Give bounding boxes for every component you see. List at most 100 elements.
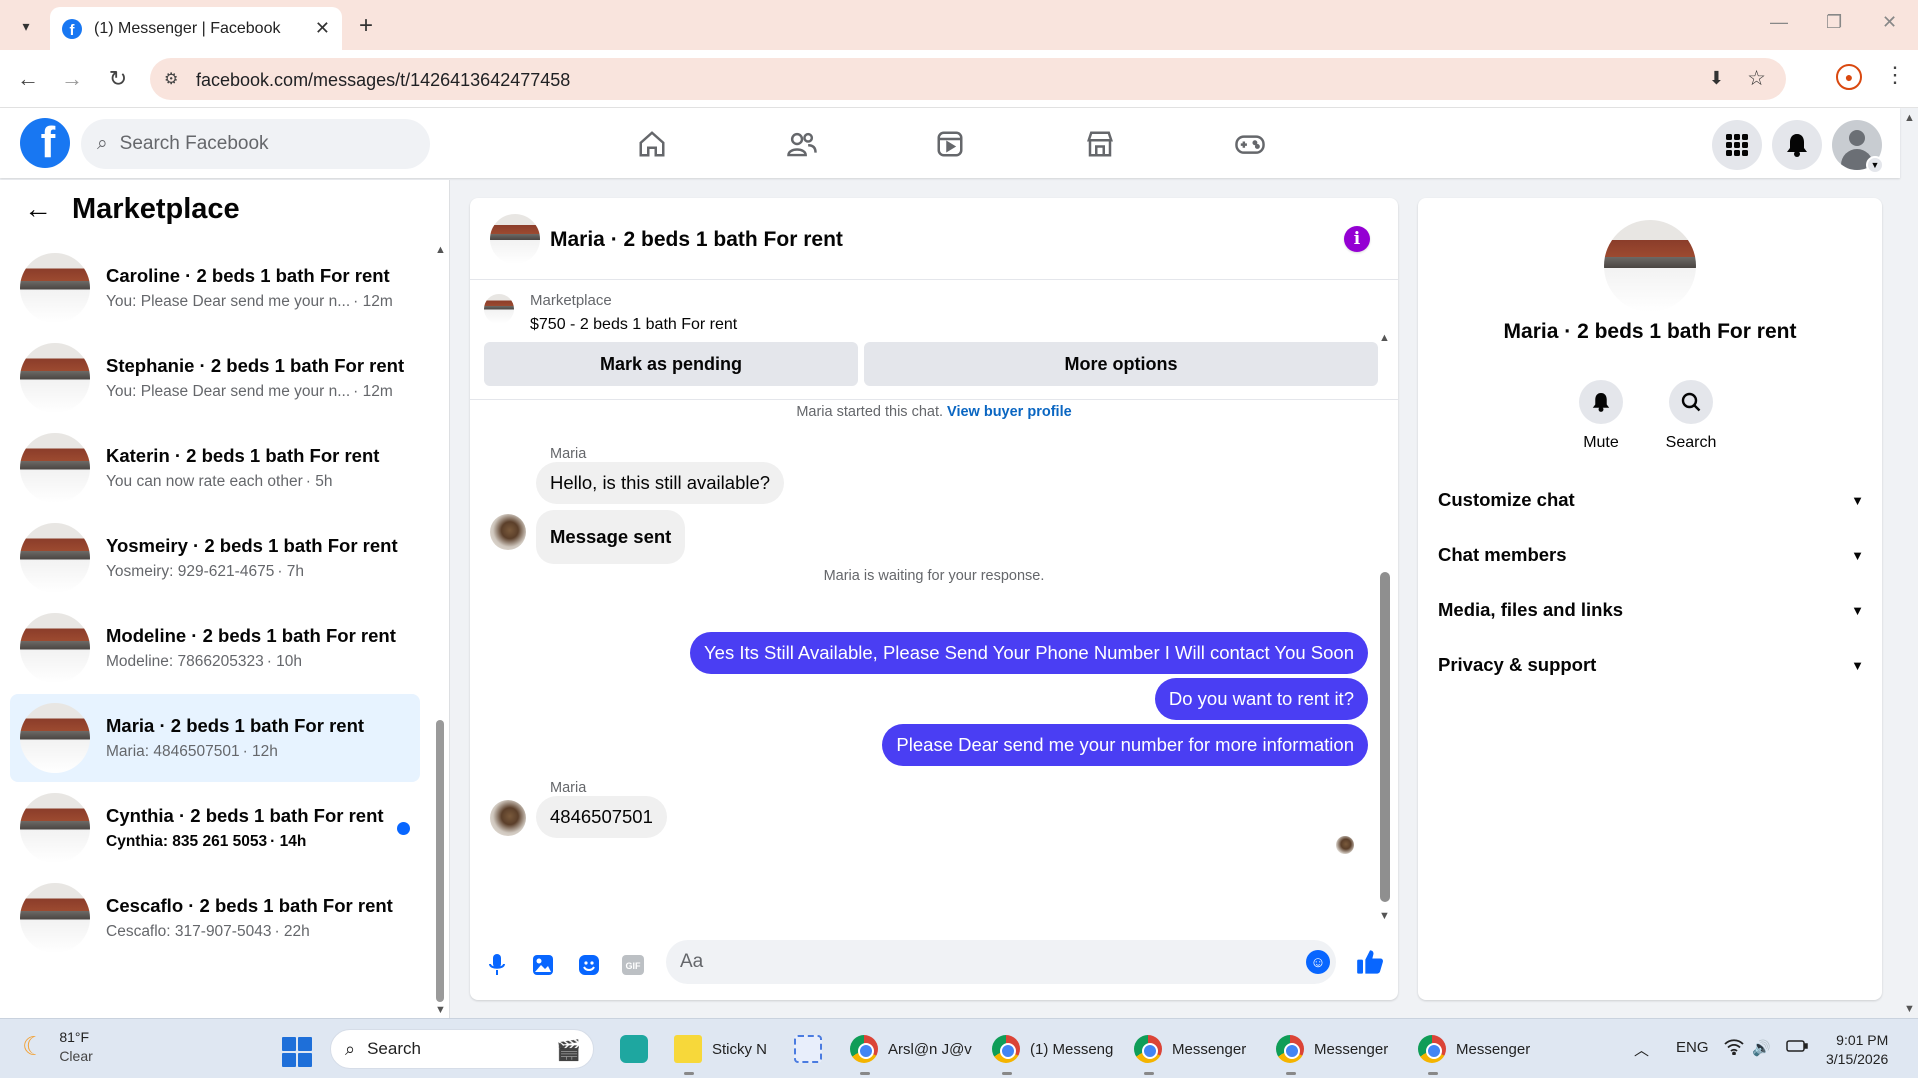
chat-scrollbar[interactable] [1380,572,1390,902]
notifications-bell-icon[interactable] [1772,120,1822,170]
system-clock[interactable]: 9:01 PM 3/15/2026 [1826,1031,1888,1069]
privacy-support-section[interactable]: Privacy & support ▼ [1438,650,1864,680]
info-icon[interactable]: i [1344,226,1370,252]
conversation-item[interactable]: Modeline · 2 beds 1 bath For rent Modelin… [10,604,420,692]
facebook-logo-icon[interactable]: f [20,118,70,168]
conversation-item[interactable]: Cescaflo · 2 beds 1 bath For rent Cescafl… [10,874,420,962]
conversation-name: Stephanie · 2 beds 1 bath For rent [106,355,405,376]
conversation-item[interactable]: Cynthia · 2 beds 1 bath For rent Cynthia:… [10,784,420,872]
taskbar-app-chrome-4[interactable]: Messenger [1276,1029,1388,1075]
outgoing-message[interactable]: Do you want to rent it? [1154,678,1368,720]
tab-search-button[interactable]: ▾ [12,12,40,40]
windows-start-icon[interactable] [282,1037,312,1067]
message-input[interactable]: Aa [666,940,1336,984]
reload-button[interactable]: ↻ [104,66,132,92]
sender-avatar[interactable] [490,514,526,550]
incoming-message[interactable]: Message sent [536,510,686,564]
conversation-name: Caroline · 2 beds 1 bath For rent [106,265,390,286]
bookmark-star-icon[interactable]: ☆ [1747,66,1766,91]
chat-scroll-up-arrow[interactable]: ▲ [1379,332,1390,344]
video-icon[interactable] [930,126,970,162]
conversation-preview-line: You: Please Dear send me your n...· 12m [106,383,420,401]
install-app-icon[interactable]: ⬇ [1709,68,1724,89]
weather-widget[interactable]: ☾ 81°F Clear [22,1029,93,1064]
sender-avatar[interactable] [490,800,526,836]
taskbar-app-surfshark[interactable] [620,1029,648,1069]
new-tab-button[interactable]: + [352,12,380,40]
facebook-search-input[interactable]: ⌕ Search Facebook [81,119,430,169]
sidebar-scrollbar[interactable] [436,720,444,1002]
photo-icon[interactable] [530,952,556,978]
listing-price[interactable]: $750 - 2 beds 1 bath For rent [530,316,737,334]
forward-button[interactable]: → [58,66,86,92]
marketplace-icon[interactable] [1080,126,1120,162]
incoming-message[interactable]: 4846507501 [536,796,667,838]
search-in-chat-button[interactable]: Search [1646,380,1736,452]
sidebar-scroll-down-arrow[interactable]: ▼ [435,1004,446,1016]
url-text[interactable]: facebook.com/messages/t/1426413642477458 [196,70,570,91]
incoming-message[interactable]: Hello, is this still available? [536,462,785,504]
microphone-icon[interactable] [484,952,510,978]
gaming-icon[interactable] [1230,126,1270,162]
mute-button[interactable]: Mute [1556,380,1646,452]
chevron-down-icon[interactable]: ▼ [1866,156,1884,174]
home-icon[interactable] [632,126,672,162]
back-arrow-icon[interactable]: ← [24,193,52,225]
page-scroll-up-arrow[interactable]: ▲ [1904,112,1915,124]
conversation-item[interactable]: Yosmeiry · 2 beds 1 bath For rent Yosmeir… [10,514,420,602]
omnibox[interactable]: ⚙ facebook.com/messages/t/14264136424774… [150,58,1786,100]
battery-icon[interactable] [1786,1039,1808,1057]
mark-as-pending-button[interactable]: Mark as pending [484,342,858,386]
chat-avatar[interactable] [490,214,540,264]
sticker-icon[interactable] [576,952,602,978]
marketplace-label: Marketplace [530,292,612,309]
site-settings-icon[interactable]: ⚙ [164,69,178,89]
back-button[interactable]: ← [14,66,42,92]
marketplace-sidebar: ← Marketplace Jen · 2 beds 1 bath For re… [0,180,450,1018]
conversation-item[interactable]: Katerin · 2 beds 1 bath For rent You can … [10,424,420,512]
input-language[interactable]: ENG [1676,1039,1709,1056]
outgoing-message[interactable]: Yes Its Still Available, Please Send You… [690,632,1368,674]
wifi-icon[interactable] [1724,1039,1744,1059]
show-hidden-icons-chevron-up-icon[interactable]: ︿ [1634,1039,1649,1060]
minimize-button[interactable]: — [1770,12,1788,33]
customize-chat-section[interactable]: Customize chat ▼ [1438,485,1864,515]
conversation-item[interactable]: Stephanie · 2 beds 1 bath For rent You: P… [10,334,420,422]
sidebar-title: Marketplace [72,192,240,225]
media-files-links-section[interactable]: Media, files and links ▼ [1438,595,1864,625]
conversation-time: · 12m [353,293,393,310]
window-close-button[interactable]: ✕ [1882,12,1897,33]
friends-icon[interactable] [782,126,822,162]
contact-avatar[interactable] [1604,220,1696,312]
chat-members-section[interactable]: Chat members ▼ [1438,540,1864,570]
thumbs-up-icon[interactable] [1356,948,1384,983]
menu-grid-icon[interactable] [1712,120,1762,170]
conversation-item[interactable]: Maria · 2 beds 1 bath For rent Maria: 484… [10,694,420,782]
volume-icon[interactable]: 🔊 [1752,1039,1771,1057]
conversation-item[interactable]: Caroline · 2 beds 1 bath For rent You: Pl… [10,244,420,332]
browser-menu-icon[interactable]: ⋮ [1884,62,1906,88]
chat-scroll-down-arrow[interactable]: ▼ [1379,910,1390,922]
sidebar-scroll-up-arrow[interactable]: ▲ [435,244,446,256]
search-icon [1669,380,1713,424]
browser-profile-icon[interactable]: ● [1836,64,1862,90]
taskbar-app-chrome-2[interactable]: (1) Messeng [992,1029,1113,1075]
emoji-icon[interactable]: ☺ [1306,950,1330,974]
gif-icon[interactable]: GIF [620,952,646,978]
view-buyer-profile-link[interactable]: View buyer profile [947,404,1072,420]
tab-close-icon[interactable]: ✕ [315,18,330,39]
taskbar-app-sticky-notes[interactable]: Sticky N [674,1029,767,1075]
listing-thumbnail[interactable] [484,294,514,324]
taskbar-search[interactable]: ⌕ Search 🎬 [330,1029,594,1069]
taskbar-app-chrome-3[interactable]: Messenger [1134,1029,1246,1075]
moon-icon: ☾ [22,1031,46,1061]
taskbar-app-snipping-tool[interactable] [794,1029,822,1069]
more-options-button[interactable]: More options [864,342,1378,386]
browser-tab[interactable]: f (1) Messenger | Facebook ✕ [50,7,342,50]
outgoing-message[interactable]: Please Dear send me your number for more… [882,724,1368,766]
taskbar-app-chrome-1[interactable]: Arsl@n J@v [850,1029,972,1075]
taskbar-app-chrome-5[interactable]: Messenger [1418,1029,1530,1075]
restore-button[interactable]: ❐ [1826,12,1842,33]
chat-title[interactable]: Maria · 2 beds 1 bath For rent [550,228,843,252]
page-scroll-down-arrow[interactable]: ▼ [1904,1003,1915,1015]
